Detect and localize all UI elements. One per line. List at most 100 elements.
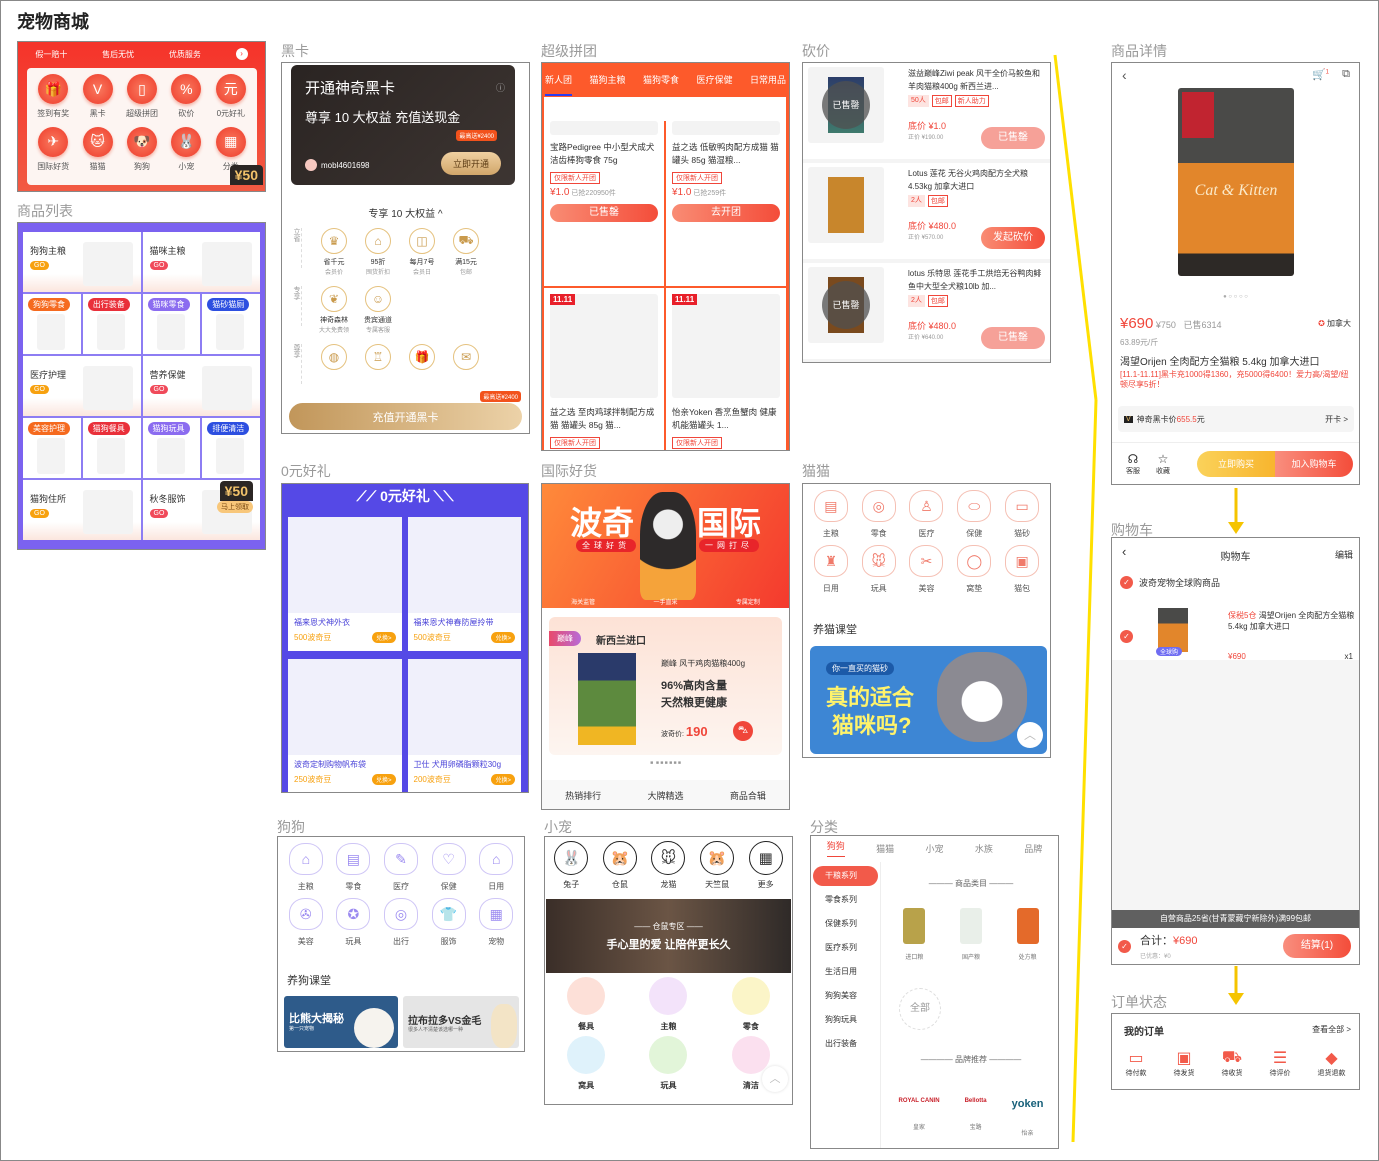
bargain-button[interactable]: 已售罄: [981, 327, 1045, 349]
category-cell[interactable]: 猫狗住所 GO: [23, 480, 141, 540]
go-button[interactable]: GO: [149, 385, 169, 394]
home-entry[interactable]: 🐰 小宠: [164, 126, 208, 180]
rights-item[interactable]: ✉: [444, 344, 488, 373]
rights-item[interactable]: ♖: [356, 344, 400, 373]
brand-item[interactable]: yoken 怡亲: [1012, 1098, 1044, 1137]
order-status-item[interactable]: ☰ 待评价: [1270, 1048, 1291, 1078]
group-item[interactable]: 11.11怡亲Yoken 香烹鱼蟹肉 健康机能猫罐头 1...仅限新人开团¥1.…: [666, 288, 786, 450]
help-icon[interactable]: ⓘ: [496, 81, 505, 94]
gift-item[interactable]: 波奇定制购物帆布袋 250波奇豆 兑换>: [288, 659, 402, 792]
go-button[interactable]: GO: [149, 509, 169, 518]
home-entry[interactable]: 元 0元好礼: [209, 74, 253, 127]
small-pet-item[interactable]: 🐰 兔子: [554, 841, 589, 890]
order-status-item[interactable]: ▣ 待发货: [1174, 1048, 1195, 1078]
category-cell[interactable]: 出行装备: [82, 294, 141, 354]
gift-item[interactable]: 福来恩犬神春防屋拎带 500波奇豆 兑换>: [407, 517, 521, 651]
sidebar-item[interactable]: 出行装备: [813, 1034, 878, 1054]
rights-item[interactable]: ⛟ 满15元 包邮: [444, 228, 488, 276]
category-tab[interactable]: 猫猫: [876, 842, 894, 855]
open-card-button[interactable]: 立即开通: [440, 152, 501, 175]
all-button[interactable]: 全部: [899, 988, 941, 1030]
dog-category-item[interactable]: ✪ 玩具: [330, 898, 378, 947]
tab-1[interactable]: 猫狗主粮: [589, 73, 625, 96]
group-item[interactable]: 益之选 低敏鸭肉配方成猫 猫罐头 85g 猫湿粮... 仅限新人开团 ¥1.0 已抢…: [666, 121, 786, 286]
bargain-button[interactable]: 发起砍价: [981, 227, 1045, 249]
small-pet-item[interactable]: 🐹 天竺鼠: [700, 841, 735, 890]
supply-item[interactable]: 窝具: [545, 1036, 627, 1091]
store-checkbox[interactable]: ✓: [1120, 576, 1133, 589]
category-cell[interactable]: 狗狗零食: [23, 294, 81, 354]
goods-category-item[interactable]: 进口粮: [903, 908, 926, 961]
cart-icon[interactable]: ⛍: [733, 721, 753, 741]
category-cell[interactable]: 猫狗玩具: [142, 418, 201, 478]
exchange-button[interactable]: 兑换>: [371, 774, 396, 785]
order-status-item[interactable]: ◆ 退货退款: [1318, 1048, 1346, 1078]
cat-category-item[interactable]: ▣ 猫包: [998, 545, 1046, 594]
cart-icon[interactable]: 🛒1: [1312, 68, 1329, 81]
view-all-link[interactable]: 查看全部 >: [1312, 1024, 1351, 1035]
rights-item[interactable]: ◍: [312, 344, 356, 373]
category-cell[interactable]: 猫咪主粮 GO: [142, 232, 260, 292]
checkout-button[interactable]: 结算(1): [1283, 934, 1351, 958]
cat-category-item[interactable]: ▤ 主粮: [807, 490, 855, 539]
supply-item[interactable]: 餐具: [545, 977, 627, 1032]
sidebar-item[interactable]: 干粮系列: [813, 866, 878, 886]
category-tab[interactable]: 水族: [975, 842, 993, 855]
coupon-badge[interactable]: ¥50: [219, 481, 253, 501]
bargain-item[interactable]: Lotus 莲花 无谷火鸡肉配方全犬粮 4.53kg 加拿大进口 2人 包邮 底价 ¥…: [803, 163, 1050, 263]
group-item[interactable]: 11.11益之选 至肉鸡球拌制配方成猫 猫罐头 85g 猫...仅限新人开团¥1…: [544, 288, 664, 450]
rights-title[interactable]: 专享 10 大权益 ^: [282, 205, 529, 220]
carousel-dots[interactable]: ● ○ ○ ○ ○: [1112, 294, 1359, 300]
hamster-banner[interactable]: —— 仓鼠专区 —— 手心里的爱 让陪伴更长久: [546, 899, 791, 973]
home-entry[interactable]: ▯ 超级拼团: [120, 74, 164, 127]
edit-button[interactable]: 编辑: [1335, 548, 1353, 561]
bargain-item[interactable]: 已售罄 lotus 乐特思 莲花手工烘焙无谷鸭肉鲱鱼中大型全犬粮10lb 加...…: [803, 263, 1050, 362]
rights-item[interactable]: ◫ 每月7号 会员日: [400, 228, 444, 276]
category-cell[interactable]: 排便清洁: [202, 418, 260, 478]
small-pet-item[interactable]: ▦ 更多: [748, 841, 783, 890]
category-cell[interactable]: 猫狗餐具: [82, 418, 141, 478]
home-entry[interactable]: 🎁 签到有奖: [31, 74, 75, 127]
rights-item[interactable]: ❦ 神奇森林 大大免费领: [312, 286, 356, 334]
brand-item[interactable]: Bellotta 宝路: [965, 1098, 987, 1137]
join-group-button[interactable]: 去开团: [672, 204, 780, 222]
cat-course-banner[interactable]: 你一直买的猫砂 真的适合 猫咪吗? ︿: [810, 646, 1047, 754]
dog-category-item[interactable]: ▤ 零食: [330, 843, 378, 892]
home-entry[interactable]: 🐱 猫猫: [75, 126, 119, 180]
vip-price-row[interactable]: V 神奇黑卡价 655.5 元 开卡 >: [1118, 406, 1354, 432]
favorite-button[interactable]: ☆ 收藏: [1148, 452, 1178, 476]
goods-category-item[interactable]: 国产粮: [959, 908, 982, 961]
category-cell[interactable]: 猫咪零食: [142, 294, 201, 354]
category-cell[interactable]: 美容护理: [23, 418, 81, 478]
home-entry[interactable]: V 黑卡: [75, 74, 119, 127]
add-to-cart-button[interactable]: 加入购物车: [1275, 450, 1353, 477]
carousel-dots[interactable]: ■ ■ ■ ■ ■ ■ ■: [542, 760, 789, 766]
dog-category-item[interactable]: ⌂ 主粮: [282, 843, 330, 892]
buy-now-button[interactable]: 立即购买: [1197, 450, 1275, 477]
exchange-button[interactable]: 兑换>: [491, 774, 515, 785]
cat-category-item[interactable]: ✂ 美容: [903, 545, 951, 594]
supply-item[interactable]: 主粮: [627, 977, 709, 1032]
category-cell[interactable]: 医疗护理 GO: [23, 356, 141, 416]
intl-tab[interactable]: 商品合辑: [730, 789, 766, 802]
scroll-top-button[interactable]: ︿: [762, 1066, 788, 1092]
category-tab[interactable]: 狗狗: [826, 839, 845, 857]
cat-category-item[interactable]: ◎ 零食: [855, 490, 903, 539]
home-entry[interactable]: 🐶 狗狗: [120, 126, 164, 180]
dog-category-item[interactable]: ◎ 出行: [377, 898, 425, 947]
exchange-button[interactable]: 兑换>: [491, 632, 515, 643]
go-button[interactable]: GO: [30, 385, 49, 394]
rights-item[interactable]: 🎁: [400, 344, 444, 373]
recharge-button[interactable]: 充值开通黑卡: [289, 403, 522, 430]
tab-4[interactable]: 日常用品: [750, 73, 786, 96]
share-icon[interactable]: ⧉: [1342, 68, 1350, 81]
dog-category-item[interactable]: ✇ 美容: [282, 898, 330, 947]
chevron-right-icon[interactable]: ›: [235, 48, 248, 60]
featured-product-card[interactable]: 巅峰 新西兰进口 巅峰 风干鸡肉猫粮400g 96%高肉含量 天然粮更健康 波奇…: [549, 617, 782, 755]
supply-item[interactable]: 玩具: [627, 1036, 709, 1091]
goods-category-item[interactable]: 处方粮: [1016, 908, 1039, 961]
category-cell[interactable]: 猫砂猫厕: [202, 294, 260, 354]
bargain-item[interactable]: 已售罄 滋益巅峰Ziwi peak 风干全价马鲛鱼和羊肉猫粮400g 新西兰进..…: [803, 63, 1050, 163]
tab-3[interactable]: 医疗保健: [696, 73, 732, 96]
claim-coupon-button[interactable]: 马上领取: [217, 501, 253, 513]
